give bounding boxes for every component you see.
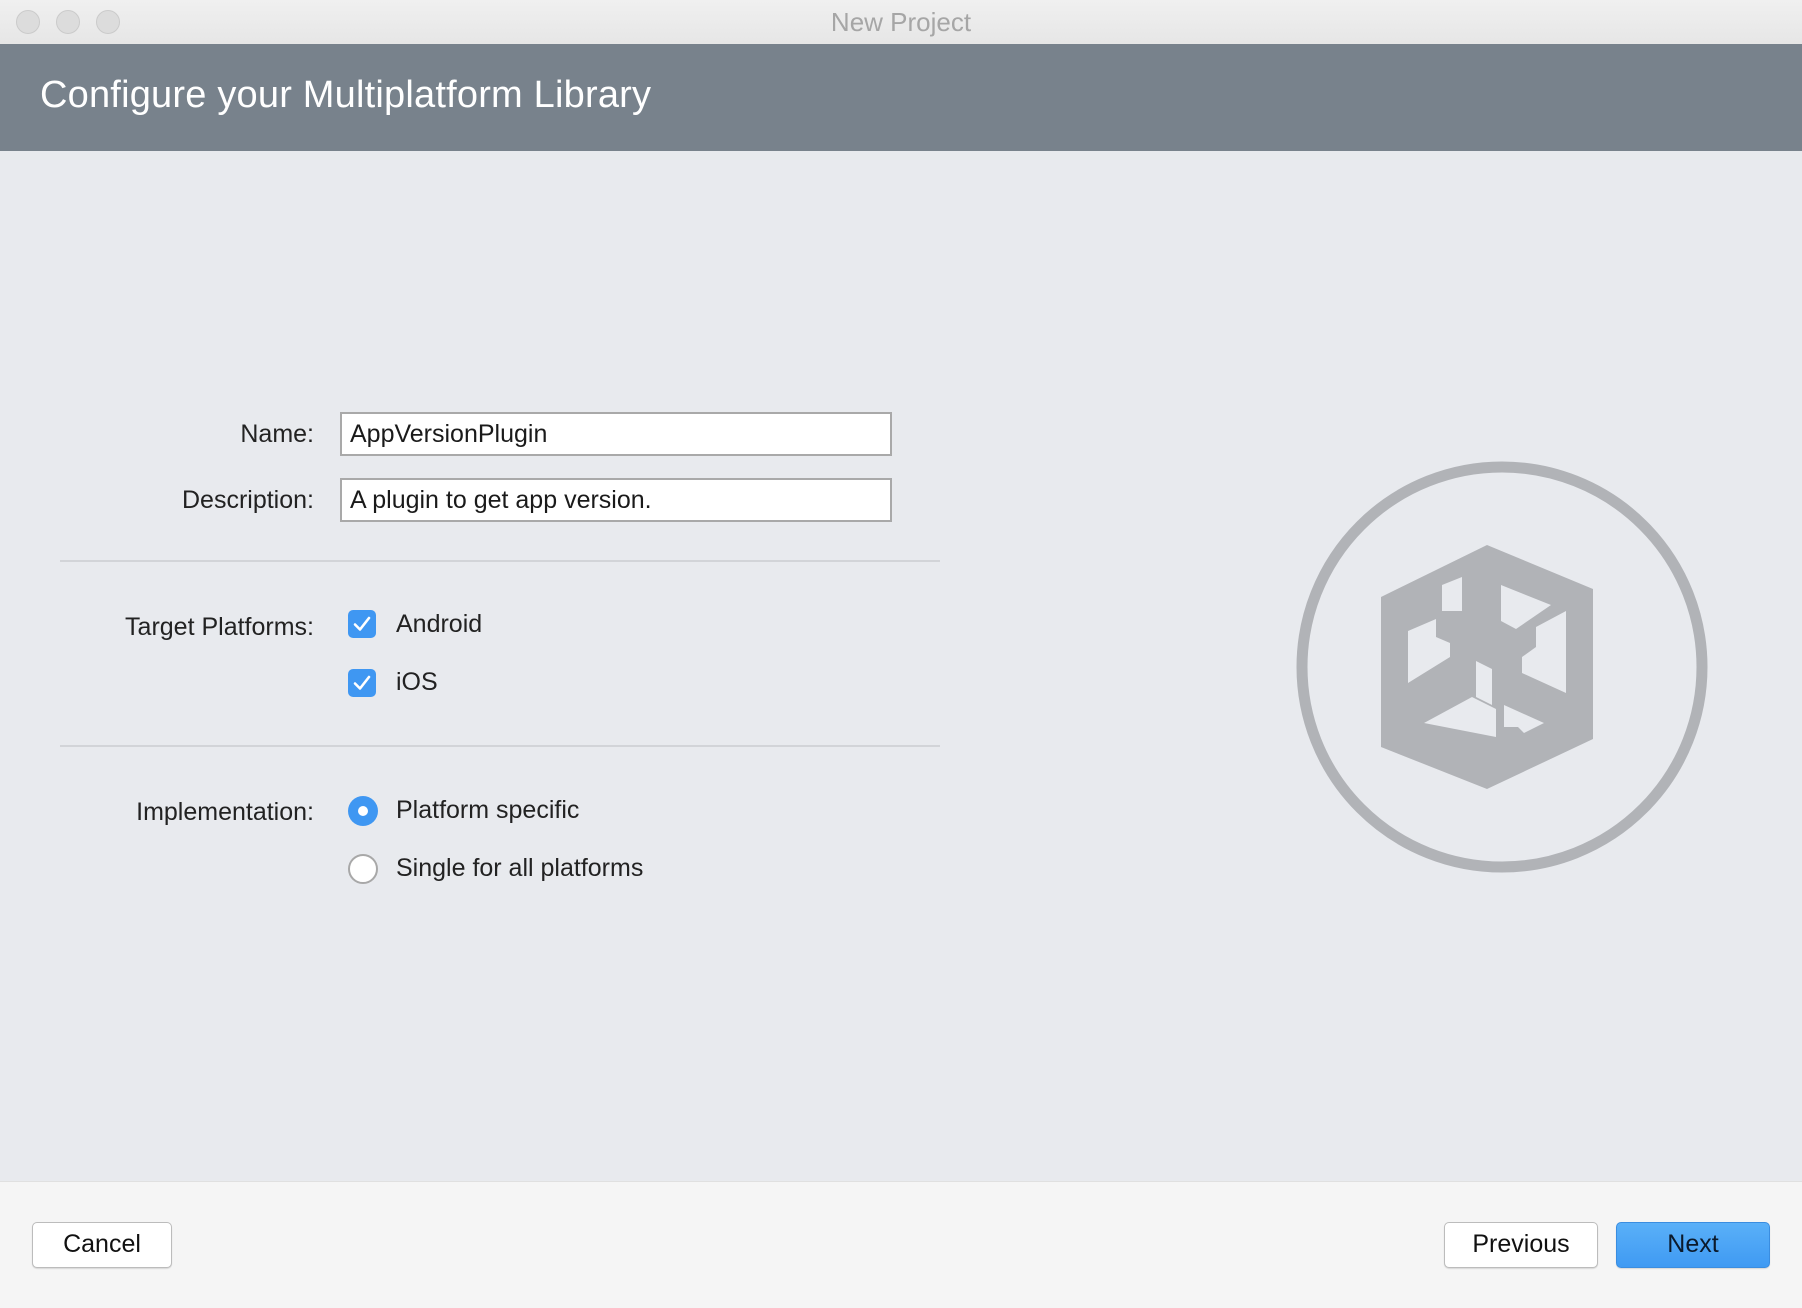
title-bar: New Project: [0, 0, 1802, 45]
ios-option-label[interactable]: iOS: [396, 668, 438, 697]
multiplatform-library-cube-icon: [1296, 461, 1708, 873]
new-project-window: New Project Configure your Multiplatform…: [0, 0, 1802, 1308]
description-label: Description:: [182, 486, 314, 514]
platform-specific-radio[interactable]: [348, 796, 378, 826]
window-title: New Project: [830, 7, 972, 37]
separator: [60, 560, 940, 562]
page-header: Configure your Multiplatform Library: [0, 44, 1802, 151]
configuration-panel: Name: Description: Target Platforms: And…: [0, 151, 1802, 1181]
android-checkbox[interactable]: [348, 610, 376, 638]
checkmark-icon: [353, 675, 371, 690]
ios-checkbox[interactable]: [348, 669, 376, 697]
dialog-footer: Cancel Previous Next: [0, 1181, 1802, 1308]
name-field[interactable]: [340, 412, 892, 456]
description-field[interactable]: [340, 478, 892, 522]
platform-specific-option-label[interactable]: Platform specific: [396, 796, 579, 825]
separator: [60, 745, 940, 747]
android-option-label[interactable]: Android: [396, 610, 482, 639]
target-platforms-label: Target Platforms:: [125, 613, 314, 641]
checkmark-icon: [353, 616, 371, 631]
next-button[interactable]: Next: [1616, 1222, 1770, 1268]
implementation-label: Implementation:: [136, 798, 314, 826]
name-label: Name:: [240, 420, 314, 448]
cancel-button[interactable]: Cancel: [32, 1222, 172, 1268]
previous-button[interactable]: Previous: [1444, 1222, 1598, 1268]
single-for-all-platforms-option-label[interactable]: Single for all platforms: [396, 854, 643, 883]
page-title: Configure your Multiplatform Library: [40, 74, 652, 116]
single-for-all-platforms-radio[interactable]: [348, 854, 378, 884]
